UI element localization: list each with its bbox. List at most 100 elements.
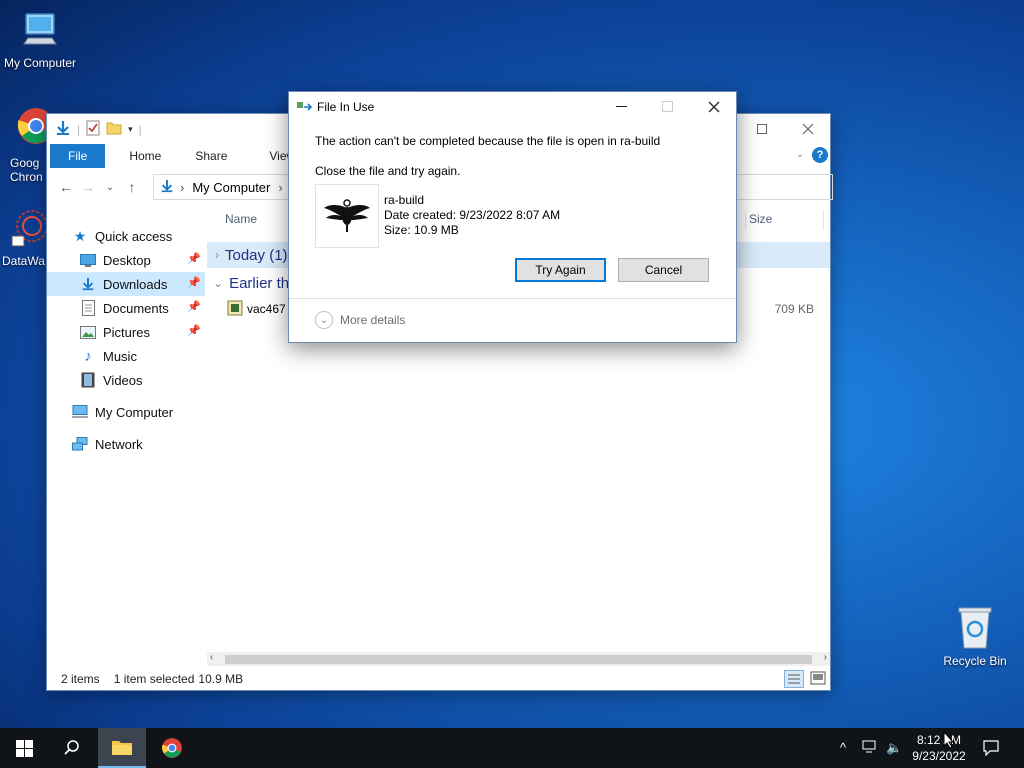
chrome-icon [16,106,48,152]
close-icon[interactable] [691,92,737,122]
winged-scarab-icon [324,199,370,232]
more-details-label: More details [340,313,406,327]
quick-access-toolbar: | ▾ | [55,120,142,139]
help-icon[interactable]: ? [812,147,828,163]
details-view-icon[interactable] [784,670,804,688]
star-icon: ★ [73,227,87,244]
recent-locations-icon[interactable]: ⌄ [99,182,121,193]
network-icon [71,436,89,452]
documents-icon [79,300,97,316]
maximize-icon[interactable] [739,114,785,144]
breadcrumb-chevron-icon: › [180,179,185,195]
desktop-icon-label: Goog Chron [10,156,43,184]
nav-quick-access[interactable]: ★ Quick access [47,224,205,248]
horizontal-scrollbar[interactable]: ‹ › [207,652,830,666]
back-arrow-icon[interactable]: ← [55,179,77,195]
maximize-icon [645,92,691,122]
desktop-icon-label: My Computer [3,56,77,70]
app-date-created: Date created: 9/23/2022 8:07 AM [384,208,561,222]
clock-date: 9/23/2022 [912,749,966,763]
scroll-left-icon[interactable]: ‹ [210,652,213,663]
search-button[interactable] [48,728,96,768]
folder-icon [112,741,132,755]
videos-icon [79,372,97,388]
taskbar: ^ 🔈 8:12 AM 9/23/2022 [0,728,1024,768]
nav-pictures[interactable]: Pictures 📌 [47,320,205,344]
status-size: 10.9 MB [198,672,244,686]
dialog-title: File In Use [317,100,375,114]
action-center-icon[interactable] [983,740,999,759]
try-again-button[interactable]: Try Again [515,258,606,282]
start-button[interactable] [0,728,48,768]
computer-icon [20,10,60,52]
downloads-icon [79,276,97,292]
scrollbar-thumb[interactable] [225,655,812,664]
downloads-icon [55,120,71,139]
large-icons-view-icon[interactable] [810,671,826,688]
pin-icon[interactable]: 📌 [187,300,201,313]
taskbar-file-explorer[interactable] [98,728,146,768]
forward-arrow-icon[interactable]: → [77,179,99,195]
tab-home[interactable]: Home [105,144,175,168]
computer-icon [71,404,89,420]
clock-time: 8:12 AM [916,733,962,747]
up-arrow-icon[interactable]: ↑ [121,179,143,195]
dialog-divider [289,298,736,299]
column-header-size[interactable]: Size [749,212,772,226]
taskbar-chrome[interactable] [148,728,196,768]
show-hidden-icons-icon[interactable]: ^ [840,740,846,755]
desktop-icon-my-computer[interactable]: My Computer [0,10,80,70]
tab-share[interactable]: Share [175,144,241,168]
breadcrumb-my-computer[interactable]: My Computer [192,180,270,195]
tab-file[interactable]: File [50,144,106,168]
nav-downloads[interactable]: Downloads 📌 [47,272,205,296]
file-size: 709 KB [774,302,814,316]
new-folder-icon[interactable] [106,121,122,138]
dialog-instruction: Close the file and try again. [315,164,461,178]
desktop-icon-chrome[interactable]: Goog Chron [0,106,48,184]
more-details-toggle[interactable]: ⌄ More details [315,311,405,329]
app-icon-frame [315,184,379,248]
network-graph-icon [10,208,48,250]
clock[interactable]: 8:12 AM 9/23/2022 [906,732,972,764]
nav-music[interactable]: ♪ Music [47,344,205,368]
chevron-down-icon: ⌄ [315,311,333,329]
status-bar: 2 items 1 item selected 10.9 MB [47,668,830,690]
chevron-right-icon: › [215,248,219,262]
expand-ribbon-icon[interactable]: ⌄ [796,149,804,160]
network-status-icon[interactable] [862,740,878,757]
volume-icon[interactable]: 🔈 [886,740,902,756]
desktop-icon-recycle-bin[interactable]: Recycle Bin [935,604,1015,668]
column-divider [745,210,746,230]
pin-icon[interactable]: 📌 [187,252,201,265]
nav-network[interactable]: Network [47,432,205,456]
music-icon: ♪ [84,347,92,365]
scroll-right-icon[interactable]: › [824,652,827,663]
recycle-bin-icon [955,604,995,650]
column-divider [823,210,824,230]
pin-icon[interactable]: 📌 [187,276,201,289]
cancel-button[interactable]: Cancel [618,258,709,282]
app-name: ra-build [384,193,425,207]
minimize-icon[interactable] [599,92,645,122]
close-icon[interactable] [785,114,831,144]
customize-toolbar-icon[interactable]: ▾ [128,124,133,135]
nav-documents[interactable]: Documents 📌 [47,296,205,320]
app-size: Size: 10.9 MB [384,223,459,237]
nav-desktop[interactable]: Desktop 📌 [47,248,205,272]
chrome-icon [162,738,182,758]
properties-icon[interactable] [86,120,100,139]
file-in-use-dialog: File In Use The action can't be complete… [288,91,737,343]
column-header-name[interactable]: Name [225,212,257,226]
windows-logo-icon [15,739,33,757]
chevron-down-icon: ⌄ [213,276,224,290]
status-item-count: 2 items [61,672,100,686]
mouse-cursor-icon [943,731,955,749]
nav-videos[interactable]: Videos [47,368,205,392]
downloads-icon [160,179,174,196]
nav-my-computer[interactable]: My Computer [47,400,205,424]
desktop-icon-label: DataWa [2,254,45,268]
pin-icon[interactable]: 📌 [187,324,201,337]
breadcrumb-chevron-icon: › [278,179,283,195]
desktop-icon-datawa[interactable]: DataWa [0,208,48,268]
